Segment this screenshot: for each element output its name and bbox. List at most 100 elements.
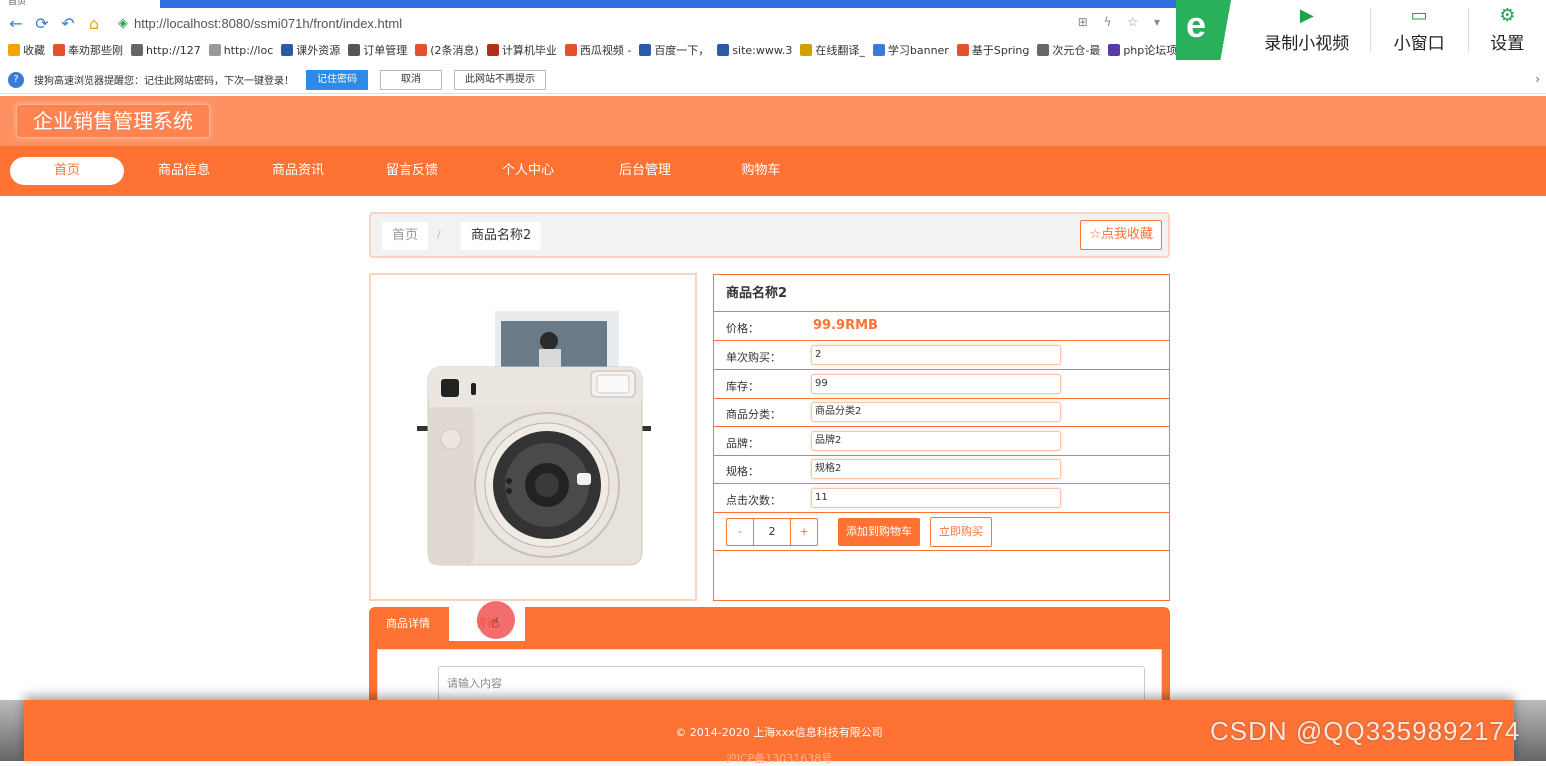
price-label: 价格：	[726, 322, 759, 335]
password-prompt-bar: ? 搜狗高速浏览器提醒您：记住此网站密码，下次一键登录！ 记住密码 取消 此网站…	[0, 66, 1546, 94]
key-icon: ?	[8, 71, 24, 88]
bookmark-label: 西瓜视频 -	[579, 44, 632, 57]
info-row: 单次购买： 2	[714, 341, 1169, 370]
undo-icon[interactable]: ↶	[58, 14, 78, 33]
qty-input[interactable]: 2	[752, 519, 790, 545]
sogou-logo-icon: e	[1176, 0, 1244, 60]
price-value: 99.9RMB	[813, 318, 878, 333]
bookmark-item[interactable]: 次元仓-最	[1037, 42, 1100, 58]
bookmark-item[interactable]: 百度一下，	[639, 42, 709, 58]
browser-tab[interactable]: 首页	[0, 0, 150, 8]
bookmark-item[interactable]: 基于Spring	[956, 42, 1030, 58]
bookmark-icon	[53, 44, 65, 56]
browser-tab-active[interactable]	[160, 0, 1180, 8]
bookmark-item[interactable]: 课外资源	[281, 42, 340, 58]
bookmark-item[interactable]: (2条消息)	[415, 42, 479, 58]
bookmark-item[interactable]: site:www.3	[717, 44, 792, 57]
bookmark-item[interactable]: 在线翻译_	[800, 42, 865, 58]
hand-cursor-icon: ☝	[491, 615, 500, 631]
nav-item-2[interactable]: 商品资讯	[241, 157, 355, 185]
record-video-label: 录制小视频	[1264, 33, 1350, 54]
site-header: 企业销售管理系统	[0, 96, 1546, 146]
field-value[interactable]: 规格2	[811, 459, 1061, 479]
bookmark-item[interactable]: http://127	[131, 44, 201, 57]
bookmark-icon	[564, 44, 577, 56]
bookmark-item[interactable]: 学习banner	[872, 42, 949, 58]
icp-text: 沪ICP备13031638号	[725, 752, 833, 765]
bookmark-item[interactable]: 西瓜视频 -	[564, 42, 632, 58]
product-name: 商品名称2	[714, 275, 1169, 312]
back-icon[interactable]: ←	[6, 14, 26, 33]
nav-item-1[interactable]: 商品信息	[127, 157, 241, 185]
settings-label: 设置	[1490, 33, 1525, 54]
url-input[interactable]: http://localhost:8080/ssmi071h/front/ind…	[134, 16, 402, 31]
mini-window-label: 小窗口	[1393, 33, 1445, 54]
nav-item-5[interactable]: 后台管理	[588, 157, 702, 185]
bookmark-label: 次元仓-最	[1052, 44, 1101, 57]
settings-button[interactable]: ⚙ 设置	[1469, 0, 1546, 60]
field-value[interactable]: 商品分类2	[811, 402, 1061, 422]
nav-item-4[interactable]: 个人中心	[471, 157, 585, 185]
record-video-button[interactable]: ▶ 录制小视频	[1244, 0, 1370, 60]
info-row: 库存： 99	[714, 370, 1169, 399]
bookmark-item[interactable]: php论坛项	[1108, 42, 1177, 58]
site-title: 企业销售管理系统	[16, 104, 210, 138]
nav-item-6[interactable]: 购物车	[704, 157, 818, 185]
breadcrumb: 首页 / 商品名称2 ☆点我收藏	[369, 212, 1170, 258]
home-icon[interactable]: ⌂	[84, 14, 104, 33]
csdn-watermark: CSDN @QQ3359892174	[1210, 716, 1521, 746]
mini-window-button[interactable]: ▭ 小窗口	[1371, 0, 1468, 60]
comment-input[interactable]: 请输入内容	[438, 666, 1145, 702]
gear-icon: ⚙	[1499, 4, 1516, 26]
bookmark-label: 奉劝那些刚	[68, 44, 123, 57]
cancel-button[interactable]: 取消	[380, 69, 442, 90]
never-prompt-button[interactable]: 此网站不再提示	[454, 69, 546, 90]
bookmark-icon	[1108, 44, 1121, 56]
bookmark-item[interactable]: 奉劝那些刚	[53, 42, 123, 58]
field-label: 单次购买：	[726, 351, 781, 364]
bookmark-item[interactable]: 收藏	[8, 42, 45, 58]
info-row: 规格： 规格2	[714, 455, 1169, 484]
bookmark-icon	[872, 44, 885, 56]
add-to-cart-button[interactable]: 添加到购物车	[838, 518, 920, 546]
address-bar: ← ⟳ ↶ ⌂ ◈ http://localhost:8080/ssmi071h…	[0, 8, 1180, 38]
tv-icon: ▭	[1410, 4, 1428, 26]
refresh-icon[interactable]: ⟳	[32, 14, 52, 33]
bookmark-label: 收藏	[23, 44, 45, 57]
breadcrumb-separator: /	[437, 228, 441, 241]
tab-detail[interactable]: 商品详情	[369, 607, 447, 641]
camera-image	[417, 311, 651, 566]
favorite-button[interactable]: ☆点我收藏	[1080, 220, 1162, 250]
field-label: 规格：	[726, 465, 759, 478]
bookmark-icon	[486, 44, 499, 56]
shield-icon: ◈	[118, 15, 128, 31]
nav-item-0[interactable]: 首页	[10, 157, 124, 185]
field-value[interactable]: 99	[811, 373, 1061, 394]
nav-item-3[interactable]: 留言反馈	[355, 157, 469, 185]
field-value[interactable]: 11	[811, 487, 1061, 508]
product-image	[369, 273, 697, 601]
bookmark-item[interactable]: 订单管理	[348, 42, 407, 58]
field-value[interactable]: 品牌2	[811, 430, 1061, 451]
breadcrumb-home[interactable]: 首页	[382, 222, 429, 250]
buy-now-button[interactable]: 立即购买	[930, 517, 992, 547]
bookmark-label: 在线翻译_	[815, 44, 865, 57]
bookmark-icon	[131, 44, 143, 56]
bookmark-icon	[208, 44, 221, 56]
info-row: 商品分类： 商品分类2	[714, 398, 1169, 427]
address-actions[interactable]: ⊞ ϟ ☆ ▾	[1078, 15, 1166, 29]
product-info-table: 商品名称2 价格： 99.9RMB 单次购买： 2 库存： 99 商品分类： 商品分类2 品…	[713, 274, 1170, 601]
qty-plus-button[interactable]: +	[790, 519, 817, 545]
bookmark-icon	[639, 44, 652, 56]
breadcrumb-current: 商品名称2	[461, 222, 542, 250]
shadow-left	[0, 700, 24, 761]
bookmark-label: 课外资源	[296, 44, 341, 57]
qty-minus-button[interactable]: -	[727, 519, 753, 545]
bookmark-item[interactable]: 计算机毕业	[486, 42, 557, 58]
bookmark-item[interactable]: http://loc	[208, 44, 273, 57]
bookmark-label: 基于Spring	[971, 44, 1030, 57]
field-label: 库存：	[726, 379, 759, 393]
close-icon[interactable]: ›	[1535, 72, 1540, 86]
remember-password-button[interactable]: 记住密码	[306, 69, 368, 90]
field-value[interactable]: 2	[811, 345, 1061, 365]
